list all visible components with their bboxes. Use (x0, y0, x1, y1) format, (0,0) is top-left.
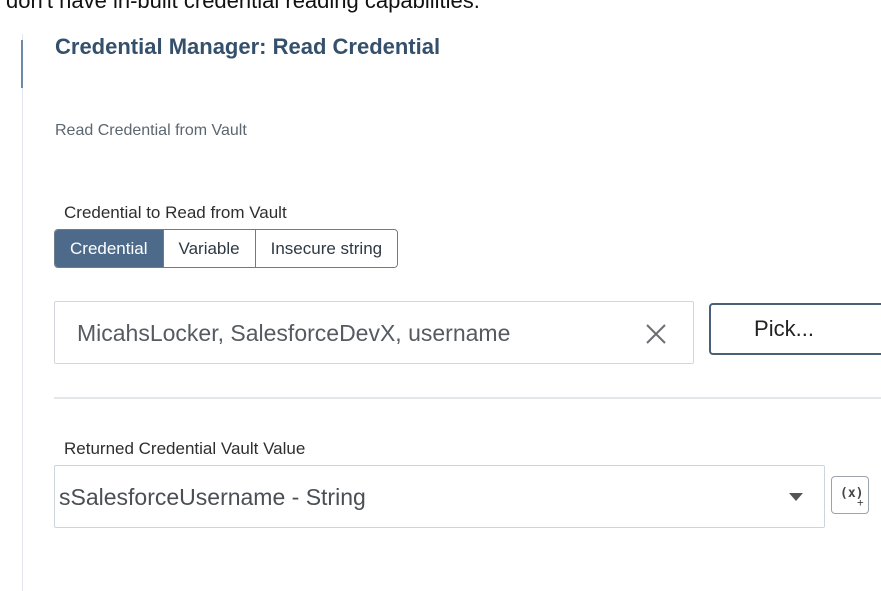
credential-field-value: MicahsLocker, SalesforceDevX, username (77, 320, 511, 346)
insert-variable-button[interactable]: (x) + (831, 476, 869, 514)
pick-button[interactable]: Pick... (709, 303, 881, 355)
segment-credential[interactable]: Credential (55, 230, 163, 267)
panel-title: Credential Manager: Read Credential (55, 34, 441, 59)
chevron-down-icon (789, 493, 803, 501)
segment-insecure-string[interactable]: Insecure string (254, 230, 398, 267)
close-icon[interactable] (644, 322, 668, 346)
section-divider (54, 397, 881, 399)
plus-icon: + (857, 496, 864, 509)
returned-value-selected: sSalesforceUsername - String (59, 484, 366, 510)
segment-variable[interactable]: Variable (162, 230, 255, 267)
header-snippet-text: don't have in-built credential reading c… (6, 0, 480, 13)
panel-description: Read Credential from Vault (55, 122, 247, 139)
returned-value-select[interactable]: sSalesforceUsername - String (54, 465, 825, 528)
returned-value-label: Returned Credential Vault Value (64, 439, 306, 458)
credential-field[interactable]: MicahsLocker, SalesforceDevX, username (54, 301, 694, 364)
credential-source-label: Credential to Read from Vault (64, 203, 287, 222)
left-border-accent (21, 40, 23, 88)
left-border (22, 34, 23, 591)
credential-source-segmented-control: Credential Variable Insecure string (54, 229, 399, 268)
credential-manager-screen: don't have in-built credential reading c… (0, 0, 881, 591)
